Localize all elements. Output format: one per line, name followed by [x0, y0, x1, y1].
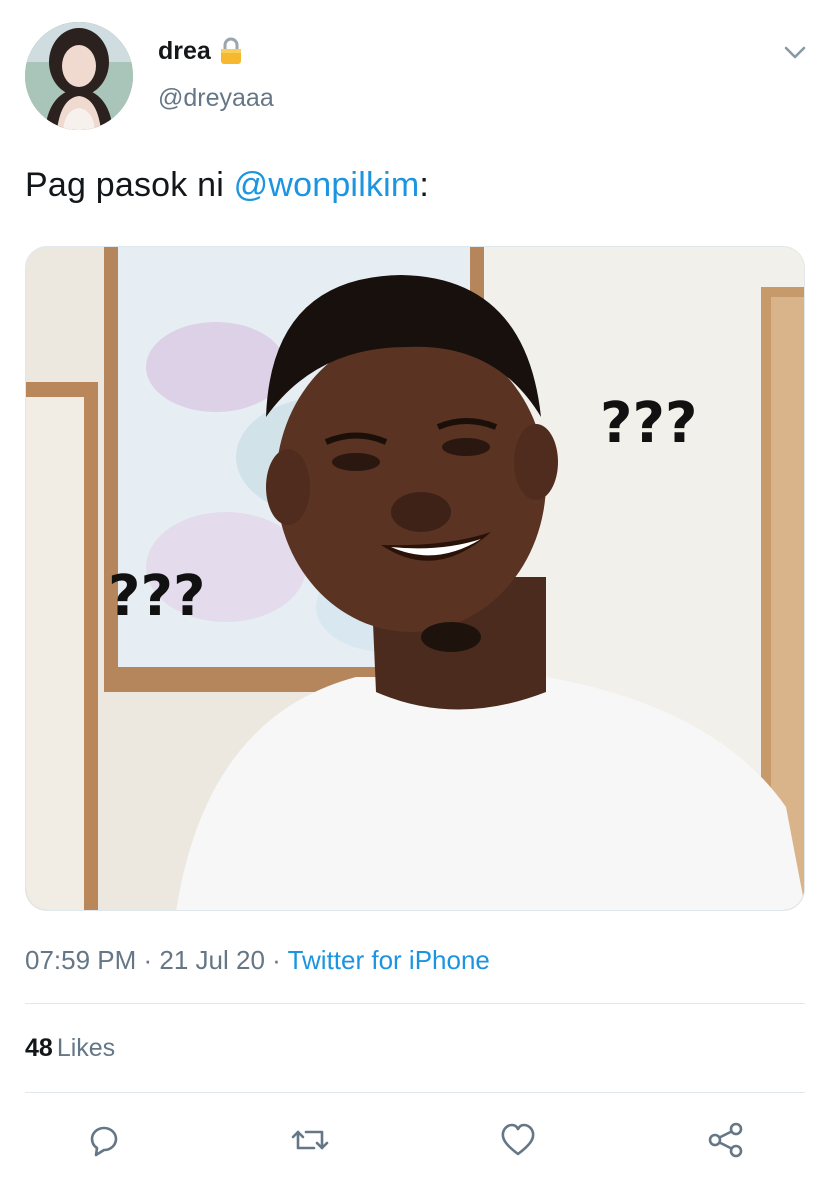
- like-button[interactable]: [496, 1118, 540, 1162]
- overlay-question-marks-right: ???: [600, 391, 697, 456]
- avatar[interactable]: [25, 22, 133, 130]
- retweet-button[interactable]: [288, 1118, 332, 1162]
- divider: [25, 1092, 805, 1093]
- tweet-image[interactable]: ??? ???: [25, 246, 805, 911]
- tweet-detail: drea @dreyaaa Pag pasok ni @wonpilkim: ?…: [0, 0, 830, 1200]
- share-button[interactable]: [704, 1118, 748, 1162]
- display-name[interactable]: drea: [158, 37, 211, 66]
- like-icon: [501, 1123, 535, 1156]
- retweet-icon: [291, 1130, 329, 1150]
- divider: [25, 1003, 805, 1004]
- likes-stat[interactable]: 48 Likes: [25, 1034, 115, 1063]
- tweet-text-suffix: :: [419, 166, 430, 204]
- share-icon: [708, 1122, 743, 1158]
- meta-separator: ·: [136, 945, 160, 975]
- likes-label: Likes: [56, 1034, 116, 1062]
- tweet-source-link[interactable]: Twitter for iPhone: [288, 945, 490, 975]
- tweet-time: 07:59 PM: [25, 945, 137, 975]
- display-name-row[interactable]: drea: [158, 36, 243, 66]
- tweet-text-prefix: Pag pasok ni: [25, 166, 234, 204]
- likes-count: 48: [25, 1034, 53, 1062]
- overlay-question-marks-left: ???: [108, 564, 205, 629]
- lock-icon: [219, 36, 243, 66]
- tweet-meta: 07:59 PM · 21 Jul 20 · Twitter for iPhon…: [25, 945, 490, 976]
- mention-link[interactable]: @wonpilkim: [234, 166, 420, 204]
- chevron-down-icon[interactable]: [782, 42, 808, 62]
- reply-icon: [90, 1126, 118, 1157]
- reply-button[interactable]: [82, 1118, 126, 1162]
- tweet-text: Pag pasok ni @wonpilkim:: [25, 166, 429, 205]
- tweet-date: 21 Jul 20: [159, 945, 265, 975]
- user-handle[interactable]: @dreyaaa: [158, 84, 274, 113]
- meta-separator: ·: [264, 945, 288, 975]
